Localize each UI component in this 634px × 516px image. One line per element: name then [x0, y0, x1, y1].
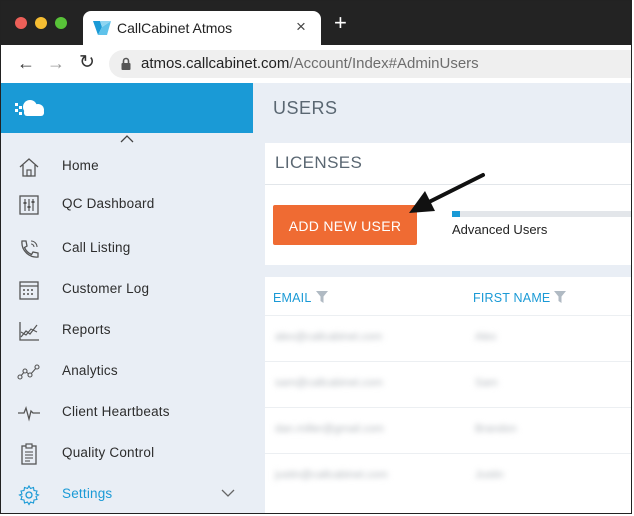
analytics-icon: [17, 364, 40, 380]
sidebar-item-analytics[interactable]: Analytics: [1, 352, 253, 390]
brand-header: [1, 83, 253, 133]
email-cell: sam@callcabinet.com: [275, 377, 383, 389]
sidebar-item-settings[interactable]: Settings: [1, 475, 253, 513]
table-row[interactable]: sam@callcabinet.com Sam: [265, 361, 631, 408]
tab-close-icon[interactable]: ×: [296, 17, 306, 37]
url-path: /Account/Index#AdminUsers: [289, 55, 479, 72]
clipboard-icon: [21, 443, 37, 465]
chart-icon: [19, 322, 39, 341]
chevron-up-icon[interactable]: [120, 135, 134, 143]
sidebar-item-qc-dashboard[interactable]: QC Dashboard: [1, 185, 253, 223]
sidebar-item-label: QC Dashboard: [62, 196, 155, 211]
browser-titlebar: CallCabinet Atmos × +: [1, 1, 631, 45]
email-cell: alex@callcabinet.com: [275, 331, 383, 343]
address-bar[interactable]: atmos.callcabinet.com/Account/Index#Admi…: [109, 50, 631, 78]
sliders-icon: [19, 195, 39, 215]
column-header-email[interactable]: EMAIL: [273, 291, 328, 305]
sidebar-item-home[interactable]: Home: [1, 147, 253, 185]
advanced-users-label: Advanced Users: [452, 222, 548, 237]
home-icon: [19, 158, 39, 177]
minimize-window-button[interactable]: [35, 17, 47, 29]
column-header-first-name[interactable]: FIRST NAME: [473, 291, 567, 305]
chevron-down-icon[interactable]: [221, 489, 235, 497]
filter-icon[interactable]: [554, 291, 567, 303]
main-content: USERS LICENSES ADD NEW USER Advanced Use…: [253, 83, 631, 513]
calendar-icon: [19, 281, 39, 300]
maximize-window-button[interactable]: [55, 17, 67, 29]
cloud-logo-icon[interactable]: [13, 97, 47, 119]
url-host: atmos.callcabinet.com: [141, 55, 290, 72]
sidebar: Home QC Dashboard Call Listing Customer …: [1, 83, 253, 513]
first-name-cell: Alex: [475, 331, 497, 343]
email-cell: dan.miller@gmail.com: [275, 423, 384, 435]
sidebar-item-customer-log[interactable]: Customer Log: [1, 270, 253, 308]
browser-toolbar: ← → ↻ atmos.callcabinet.com/Account/Inde…: [1, 45, 631, 84]
sidebar-item-reports[interactable]: Reports: [1, 311, 253, 349]
table-row[interactable]: dan.miller@gmail.com Brandon: [265, 407, 631, 454]
pointer-arrow-icon: [409, 173, 485, 213]
table-row[interactable]: justin@callcabinet.com Justin: [265, 453, 631, 500]
sidebar-item-label: Quality Control: [62, 445, 155, 460]
first-name-cell: Sam: [475, 377, 498, 389]
new-tab-button[interactable]: +: [334, 12, 347, 34]
sidebar-item-call-listing[interactable]: Call Listing: [1, 229, 253, 267]
browser-window: CallCabinet Atmos × + ← → ↻ atmos.callca…: [0, 0, 632, 514]
back-arrow-icon[interactable]: ←: [17, 53, 35, 73]
forward-arrow-icon[interactable]: →: [47, 53, 65, 73]
url-text: atmos.callcabinet.com/Account/Index#Admi…: [141, 55, 479, 72]
sidebar-item-label: Call Listing: [62, 240, 131, 255]
phone-icon: [21, 240, 39, 258]
tab-title: CallCabinet Atmos: [117, 20, 233, 36]
sidebar-item-label: Client Heartbeats: [62, 404, 170, 419]
users-table: EMAIL FIRST NAME alex@callcabinet.com Al…: [265, 277, 631, 513]
column-header-label: FIRST NAME: [473, 291, 551, 305]
sidebar-item-label: Customer Log: [62, 281, 150, 296]
column-header-label: EMAIL: [273, 291, 312, 305]
close-window-button[interactable]: [15, 17, 27, 29]
first-name-cell: Justin: [475, 469, 504, 481]
lock-icon: [121, 57, 131, 70]
sidebar-item-label: Analytics: [62, 363, 118, 378]
gear-icon: [18, 484, 40, 506]
sidebar-item-quality-control[interactable]: Quality Control: [1, 434, 253, 472]
table-row[interactable]: alex@callcabinet.com Alex: [265, 315, 631, 362]
browser-tab[interactable]: CallCabinet Atmos ×: [83, 11, 321, 45]
sidebar-item-client-heartbeats[interactable]: Client Heartbeats: [1, 393, 253, 431]
filter-icon[interactable]: [315, 291, 328, 303]
page-title: USERS: [273, 98, 338, 118]
callcabinet-favicon-icon: [93, 21, 111, 35]
sidebar-item-label: Settings: [62, 486, 113, 501]
first-name-cell: Brandon: [475, 423, 517, 435]
heartbeat-icon: [18, 405, 40, 422]
licenses-title: LICENSES: [275, 153, 363, 172]
reload-icon[interactable]: ↻: [79, 53, 95, 73]
sidebar-item-label: Reports: [62, 322, 111, 337]
sidebar-item-label: Home: [62, 158, 99, 173]
add-new-user-button[interactable]: ADD NEW USER: [273, 205, 417, 245]
email-cell: justin@callcabinet.com: [275, 469, 388, 481]
